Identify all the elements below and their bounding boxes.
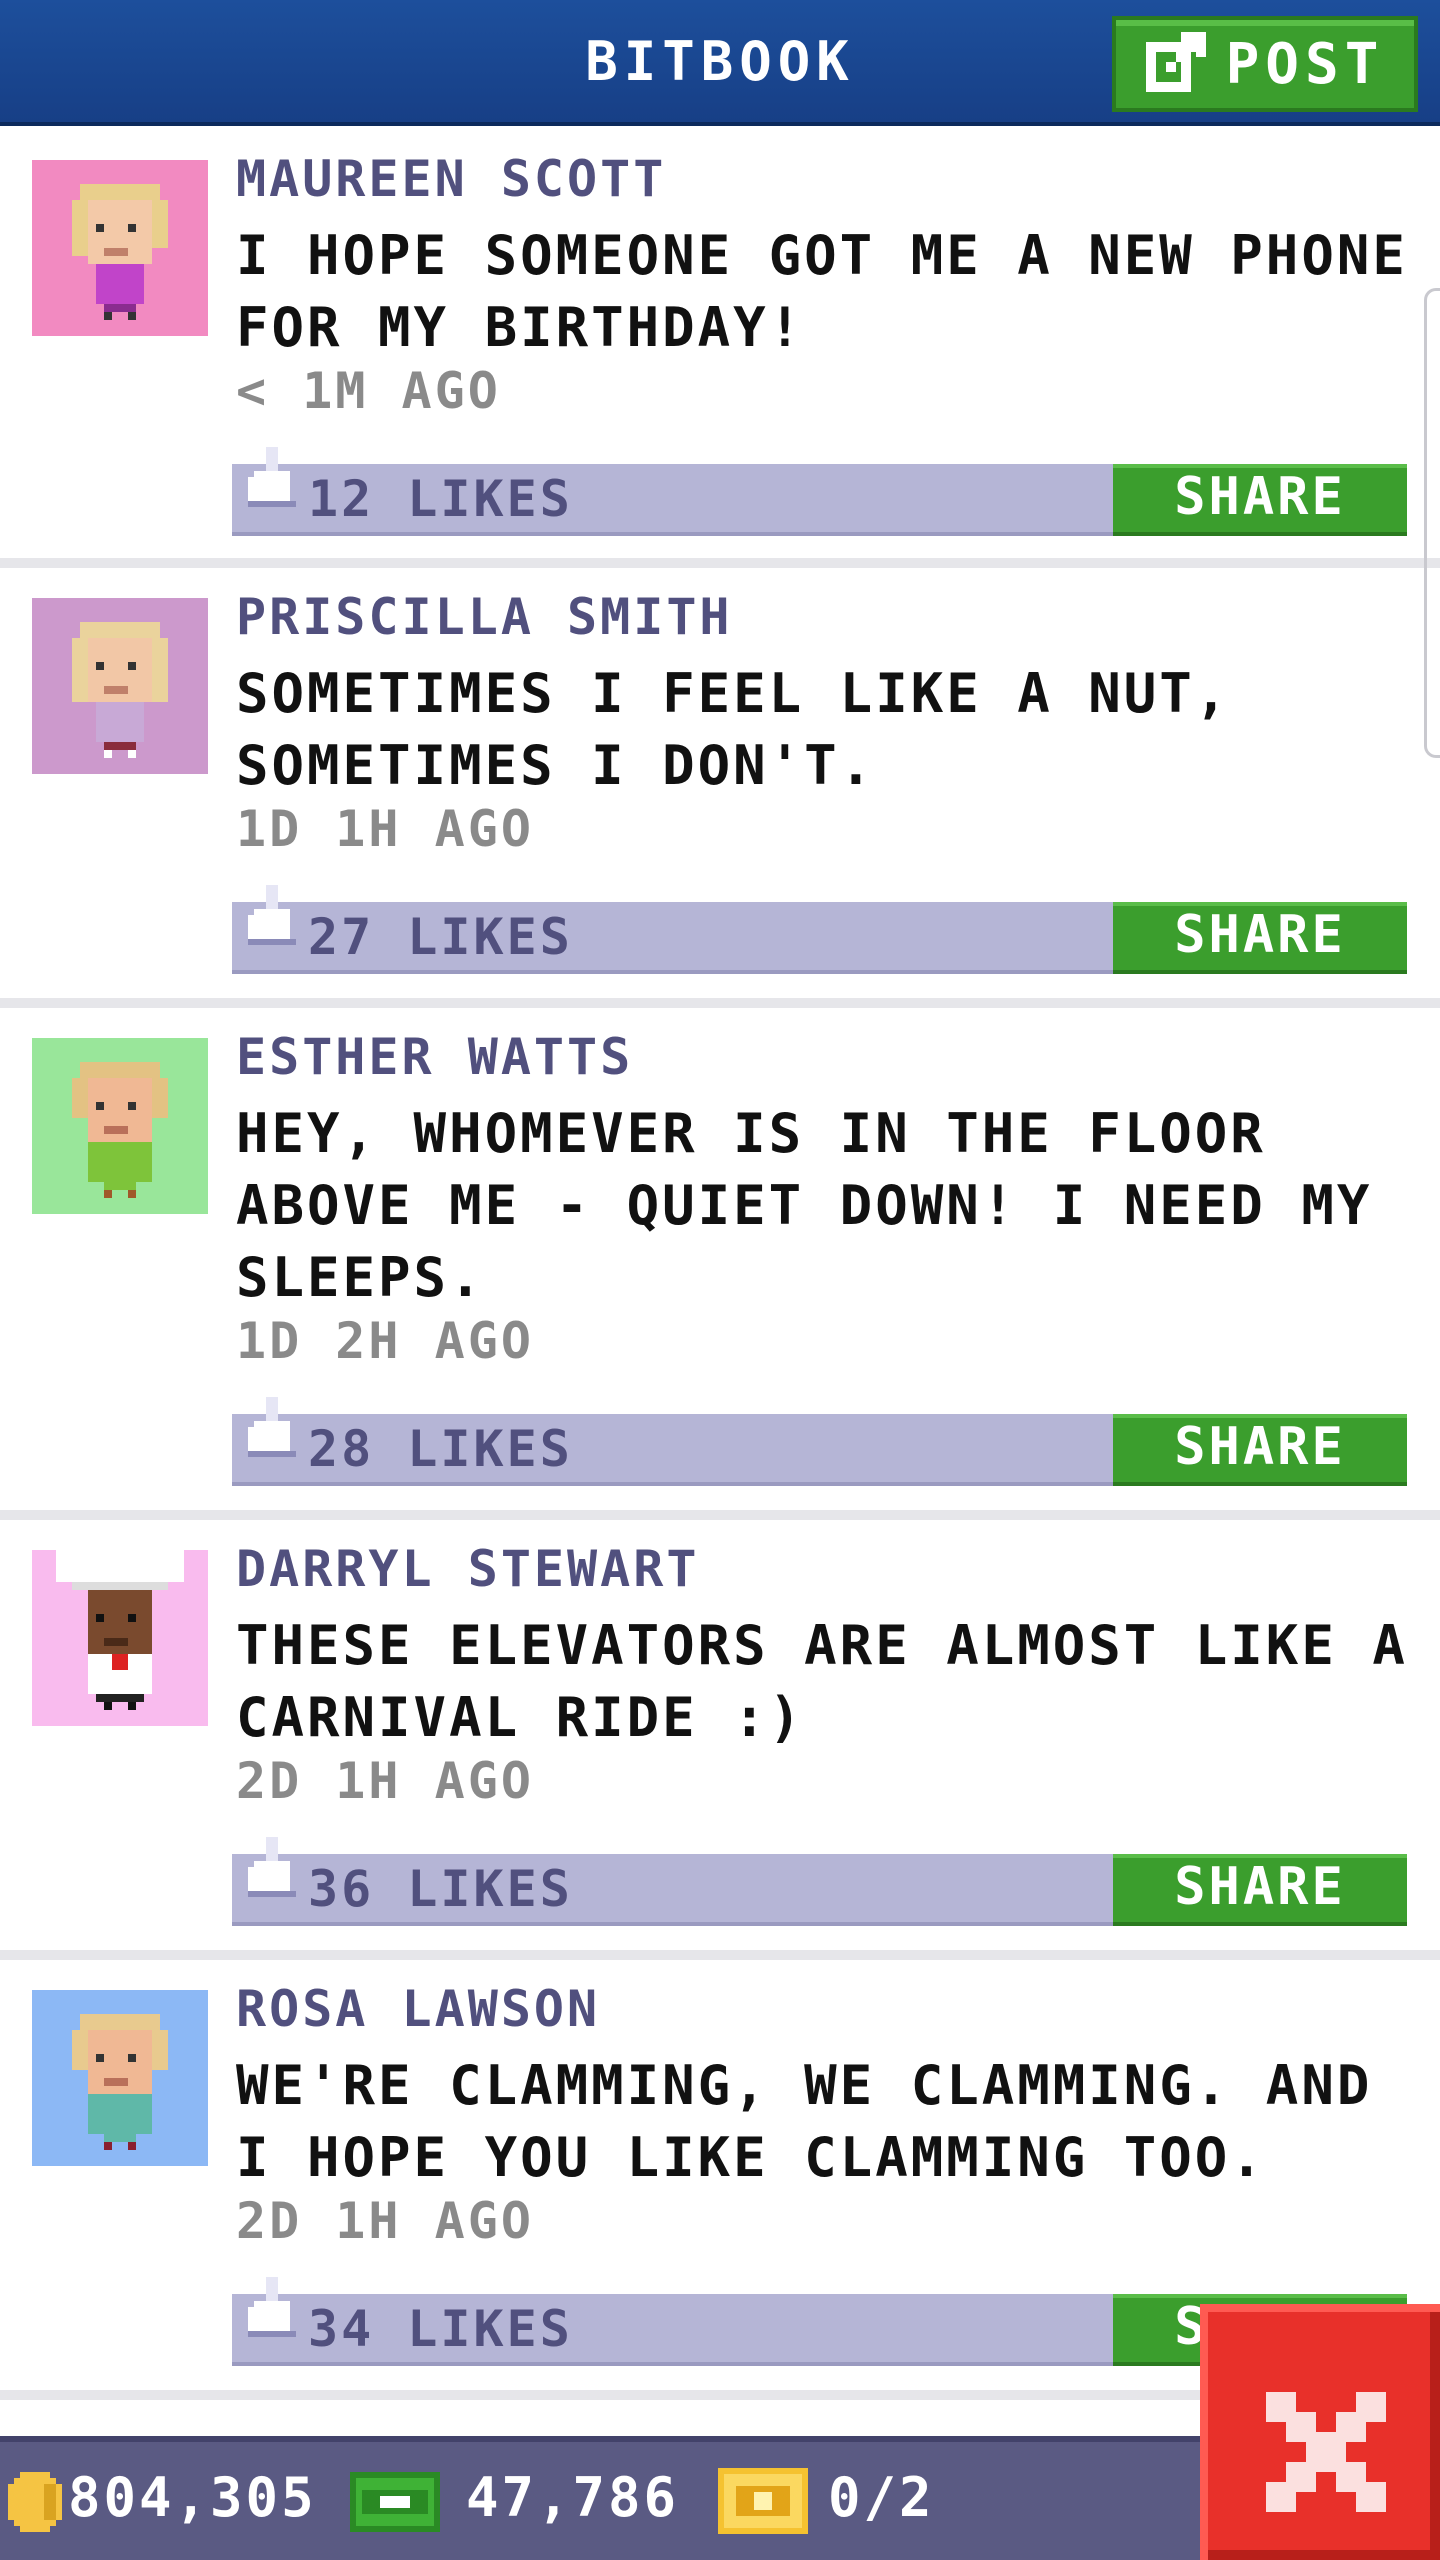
avatar[interactable] xyxy=(32,160,208,336)
like-count: 28 LIKES xyxy=(308,1420,573,1478)
post-text: HEY, WHOMEVER IS IN THE FLOOR ABOVE ME -… xyxy=(236,1102,1373,1309)
post-timestamp: 2D 1H AGO xyxy=(236,1752,534,1810)
post-author[interactable]: MAUREEN SCOTT xyxy=(236,150,666,208)
post-text: SOMETIMES I FEEL LIKE A NUT, SOMETIMES I… xyxy=(236,662,1231,797)
scroll-indicator[interactable] xyxy=(1424,288,1440,758)
ticket-count: 0/2 xyxy=(828,2466,935,2529)
coin-icon xyxy=(8,2472,62,2536)
bux-balance: 47,786 xyxy=(466,2466,680,2529)
share-button[interactable]: SHARE xyxy=(1113,464,1407,536)
thumbs-up-icon xyxy=(248,446,296,512)
feed-post: MAUREEN SCOTT I HOPE SOMEONE GOT ME A NE… xyxy=(0,130,1440,568)
like-count: 27 LIKES xyxy=(308,908,573,966)
post-text: THESE ELEVATORS ARE ALMOST LIKE A CARNIV… xyxy=(236,1614,1408,1749)
post-timestamp: 1D 1H AGO xyxy=(236,800,534,858)
edit-icon xyxy=(1145,32,1206,96)
post-timestamp: 2D 1H AGO xyxy=(236,2192,534,2250)
like-count: 36 LIKES xyxy=(308,1860,573,1918)
thumbs-up-icon xyxy=(248,2276,296,2342)
like-bar[interactable]: 36 LIKES SHARE xyxy=(232,1837,1407,1926)
header-bar: BITBOOK POST xyxy=(0,0,1440,126)
post-author[interactable]: ROSA LAWSON xyxy=(236,1980,600,2038)
share-button[interactable]: SHARE xyxy=(1113,902,1407,974)
avatar[interactable] xyxy=(32,1550,208,1726)
thumbs-up-icon xyxy=(248,884,296,950)
post-timestamp: < 1M AGO xyxy=(236,362,501,420)
feed-post: PRISCILLA SMITH SOMETIMES I FEEL LIKE A … xyxy=(0,568,1440,1008)
post-button-label: POST xyxy=(1225,31,1385,97)
thumbs-up-icon xyxy=(248,1396,296,1462)
bux-icon xyxy=(350,2466,440,2542)
avatar[interactable] xyxy=(32,598,208,774)
ticket-icon xyxy=(718,2468,808,2538)
close-button[interactable] xyxy=(1200,2304,1440,2560)
avatar[interactable] xyxy=(32,1990,208,2166)
post-author[interactable]: ESTHER WATTS xyxy=(236,1028,633,1086)
like-bar[interactable]: 12 LIKES SHARE xyxy=(232,447,1407,536)
share-button[interactable]: SHARE xyxy=(1113,1854,1407,1926)
like-count: 34 LIKES xyxy=(308,2300,573,2358)
post-text: WE'RE CLAMMING, WE CLAMMING. AND I HOPE … xyxy=(236,2054,1373,2189)
post-button[interactable]: POST xyxy=(1112,16,1418,112)
feed-post: DARRYL STEWART THESE ELEVATORS ARE ALMOS… xyxy=(0,1520,1440,1960)
share-button[interactable]: SHARE xyxy=(1113,1414,1407,1486)
coin-balance: 804,305 xyxy=(68,2466,317,2529)
post-timestamp: 1D 2H AGO xyxy=(236,1312,534,1370)
like-bar[interactable]: 28 LIKES SHARE xyxy=(232,1397,1407,1486)
post-text: I HOPE SOMEONE GOT ME A NEW PHONE FOR MY… xyxy=(236,224,1408,359)
post-author[interactable]: DARRYL STEWART xyxy=(236,1540,699,1598)
feed-list[interactable]: MAUREEN SCOTT I HOPE SOMEONE GOT ME A NE… xyxy=(0,130,1440,2400)
like-count: 12 LIKES xyxy=(308,470,573,528)
like-bar[interactable]: 27 LIKES SHARE xyxy=(232,885,1407,974)
avatar[interactable] xyxy=(32,1038,208,1214)
thumbs-up-icon xyxy=(248,1836,296,1902)
feed-post: ESTHER WATTS HEY, WHOMEVER IS IN THE FLO… xyxy=(0,1008,1440,1520)
post-author[interactable]: PRISCILLA SMITH xyxy=(236,588,733,646)
